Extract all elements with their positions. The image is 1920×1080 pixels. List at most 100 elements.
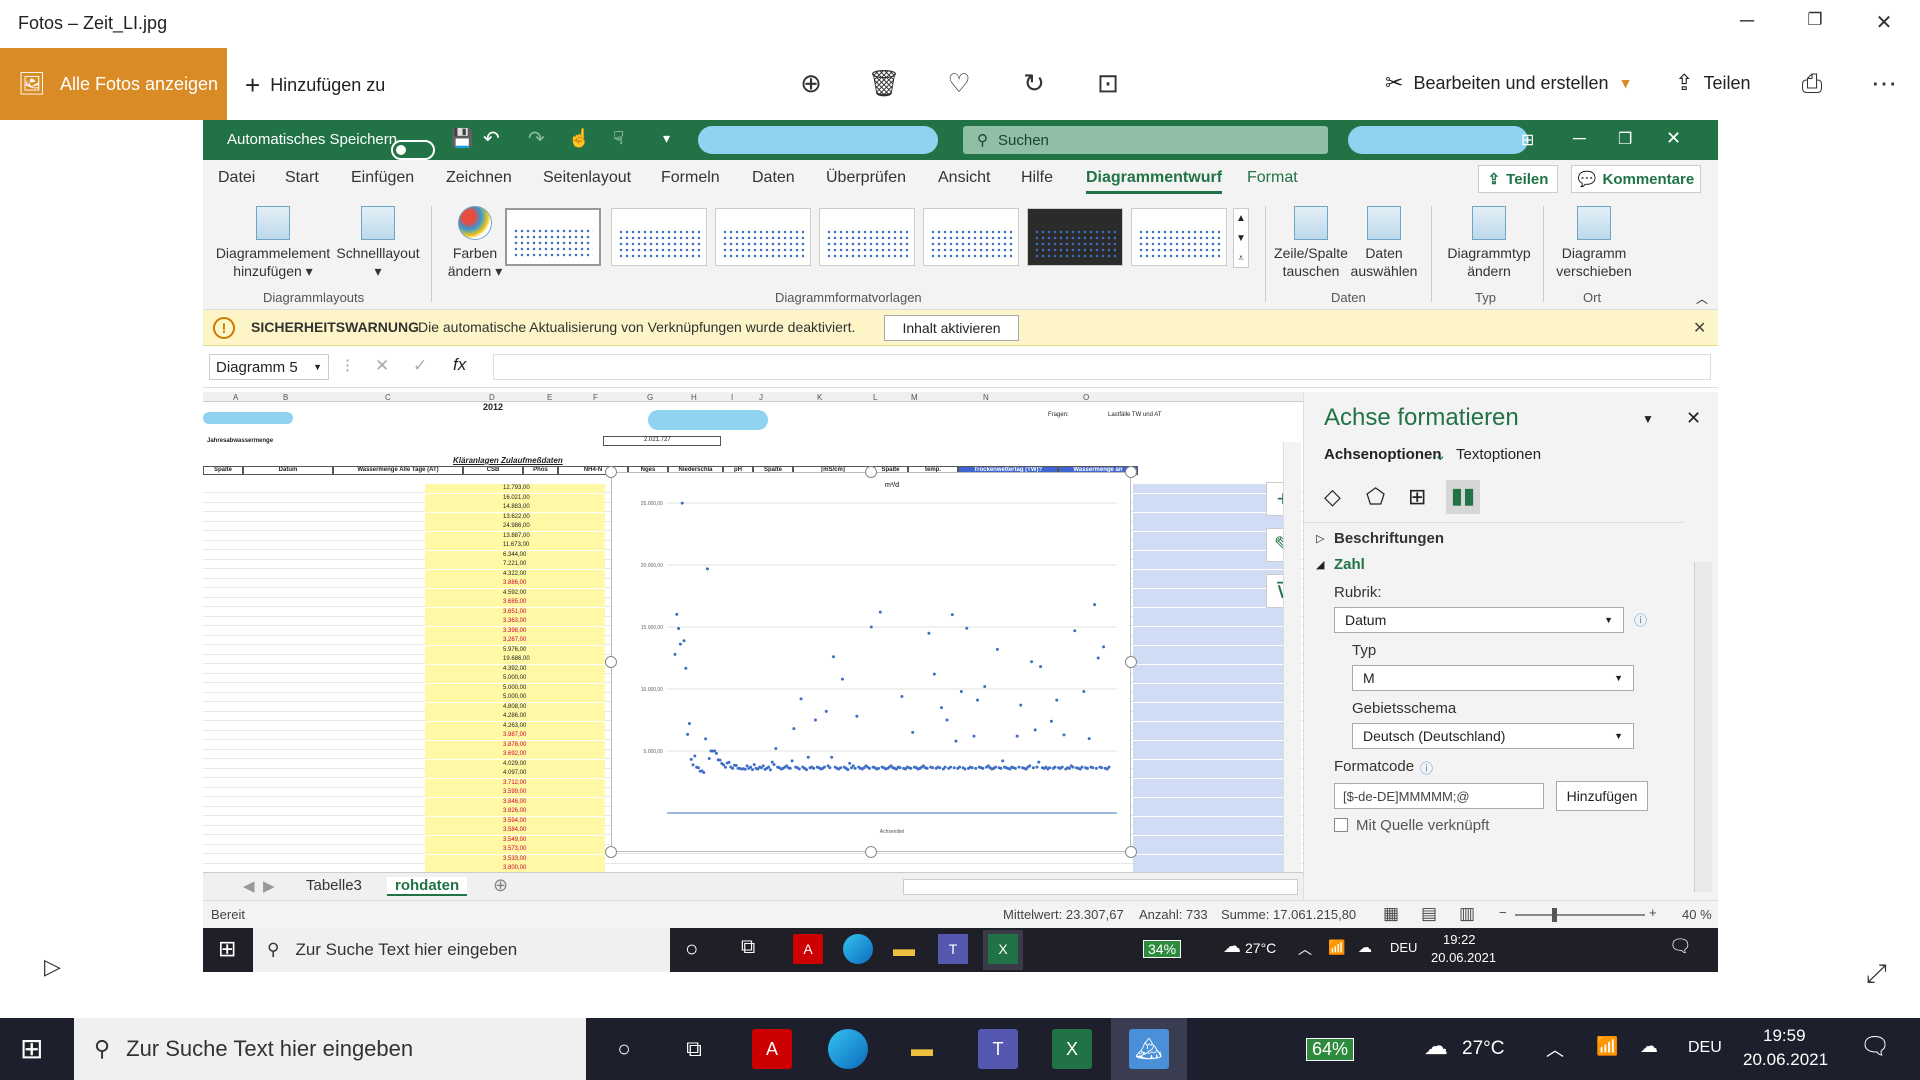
data-point[interactable] [752,763,756,767]
data-point[interactable] [691,763,695,767]
save-icon[interactable]: 💾 [451,128,473,149]
data-point[interactable] [1055,698,1059,702]
sheet-tab-tabelle3[interactable]: Tabelle3 [306,877,362,894]
flow-value-cell[interactable]: 19.686,00 [503,655,530,664]
data-point[interactable] [846,768,850,772]
data-point[interactable] [714,751,718,755]
collapse-ribbon-icon[interactable]: ︿ [1696,290,1708,307]
data-point[interactable] [900,694,904,698]
data-point[interactable] [768,768,772,772]
data-point[interactable] [1096,656,1100,660]
chevron-up-icon[interactable]: ︿ [1546,1036,1564,1062]
data-point[interactable] [680,501,684,505]
ribbon-display-icon[interactable]: ⊞ [1521,130,1534,150]
data-point[interactable] [693,754,697,758]
data-point[interactable] [745,764,749,768]
page-layout-icon[interactable]: ▤ [1421,904,1437,924]
add-chart-element-button[interactable]: Diagrammelement hinzufügen ▾ [213,206,333,280]
data-point[interactable] [806,755,810,759]
wifi-icon[interactable]: 📶 [1596,1036,1618,1057]
column-header-cell[interactable]: Wassermenge Alle Tage (AT) [333,466,463,475]
data-point[interactable] [1071,765,1075,769]
locale-select[interactable]: Deutsch (Deutschland) ▼ [1352,723,1634,749]
flow-value-cell[interactable]: 14.883,00 [503,503,530,512]
data-point[interactable] [772,763,776,767]
comments-button[interactable]: 💬 Kommentare [1571,165,1701,193]
data-point[interactable] [853,766,857,770]
data-point[interactable] [831,655,835,659]
flow-value-cell[interactable]: 11.673,00 [503,541,529,550]
type-select[interactable]: M ▼ [1352,665,1634,691]
data-point[interactable] [855,714,859,718]
data-point[interactable] [938,766,942,770]
axis-options-icon[interactable]: ▮▮ [1446,480,1480,514]
data-point[interactable] [1015,734,1019,738]
tab-hilfe[interactable]: Hilfe [1021,169,1053,187]
data-point[interactable] [1048,766,1052,770]
column-header[interactable]: M [911,393,918,402]
data-point[interactable] [950,613,954,617]
data-point[interactable] [869,625,873,629]
zoom-in-icon[interactable]: ⊕ [791,68,831,99]
table-title[interactable]: Kläranlagen Zulaufmeßdaten [453,456,563,465]
data-point[interactable] [972,734,976,738]
data-point[interactable] [743,767,747,771]
data-point[interactable] [1082,689,1086,693]
flow-value-cell[interactable]: 4.392,00 [503,665,526,674]
chart-resize-handle[interactable] [605,846,617,858]
clock-date[interactable]: 20.06.2021 [1743,1050,1828,1070]
data-point[interactable] [943,765,947,769]
chart-style-6[interactable] [1027,208,1123,266]
data-point[interactable] [812,766,816,770]
data-point[interactable] [788,766,792,770]
flow-value-cell[interactable]: 4.097,00 [503,769,526,778]
scatter-chart[interactable]: 5.000,00 10.000,00 15.000,00 20.000,00 25.00… [611,472,1131,852]
data-point[interactable] [767,765,771,769]
data-point[interactable] [878,610,882,614]
load-cases-label[interactable]: Lastfälle TW und AT [1108,412,1161,418]
tab-seitenlayout[interactable]: Seitenlayout [543,169,631,187]
data-point[interactable] [963,767,967,771]
data-point[interactable] [867,766,871,770]
flow-value-cell[interactable]: 3.594,00 [503,817,526,826]
chart-resize-handle[interactable] [1125,466,1137,478]
column-header[interactable]: D [489,393,495,402]
column-header[interactable]: A [233,393,238,402]
data-point[interactable] [976,698,980,702]
autosave-toggle[interactable] [391,140,435,160]
data-point[interactable] [704,737,708,741]
data-point[interactable] [999,766,1003,770]
table-row[interactable]: 3.533,00 [203,854,1303,864]
data-point[interactable] [673,652,677,656]
photos-icon[interactable]: 🏔 [1129,1029,1169,1069]
formula-input[interactable] [493,354,1711,380]
y-axis-title[interactable]: m³/d [885,482,899,489]
flow-value-cell[interactable]: 3.584,00 [503,826,526,835]
column-header-cell[interactable]: Phos [523,466,558,475]
data-point[interactable] [677,626,681,630]
data-point[interactable] [898,766,902,770]
page-break-icon[interactable]: ▥ [1459,904,1475,924]
notification-icon[interactable]: 🗨 [1860,1032,1890,1061]
data-point[interactable] [830,755,834,759]
data-point[interactable] [1030,660,1034,664]
data-point[interactable] [876,766,880,770]
chart-style-4[interactable] [819,208,915,266]
sheet-tab-rohdaten[interactable]: rohdaten [387,877,468,896]
labels-section[interactable]: Beschriftungen [1334,530,1444,547]
column-header[interactable]: H [691,393,697,402]
cancel-icon[interactable]: ✕ [375,356,389,376]
data-point[interactable] [1100,766,1104,770]
data-point[interactable] [824,709,828,713]
clock-time[interactable]: 19:59 [1763,1026,1806,1046]
enter-icon[interactable]: ✓ [413,356,427,376]
flow-value-cell[interactable]: 4.263,00 [503,722,526,731]
play-slideshow-icon[interactable]: ▷ [44,954,61,980]
tab-ansicht[interactable]: Ansicht [938,169,990,187]
data-point[interactable] [731,766,735,770]
data-point[interactable] [684,666,688,670]
windows-start-icon[interactable]: ⊞ [20,1032,43,1065]
effects-icon[interactable]: ⬠ [1366,484,1385,510]
warning-close-icon[interactable]: ✕ [1693,318,1706,338]
data-point[interactable] [909,766,913,770]
